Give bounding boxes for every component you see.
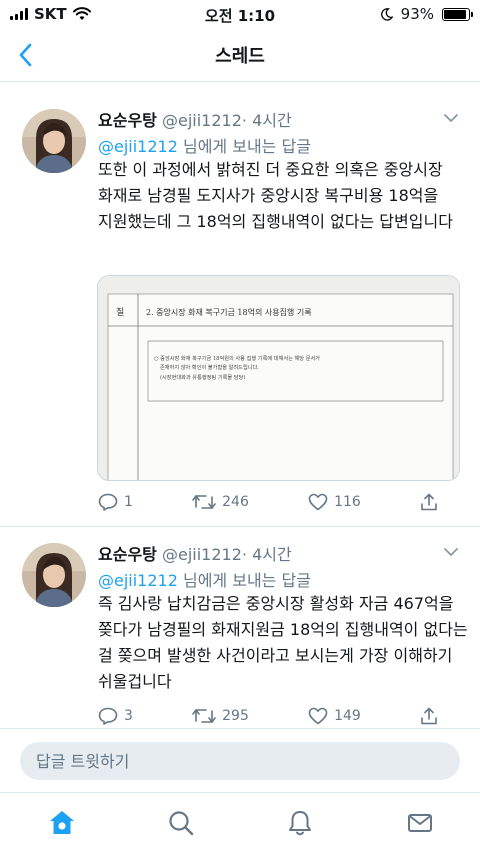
tab-bar (0, 792, 480, 854)
page-title: 스레드 (215, 46, 265, 67)
doc-header: 2. 중앙시장 화재 복구기금 18억의 사용집행 기록 (146, 307, 312, 317)
username[interactable]: @ejii1212 (162, 545, 242, 564)
reply-count: 1 (124, 494, 133, 510)
retweet-count: 246 (222, 494, 249, 510)
reply-context-suffix: 님에게 보내는 답글 (177, 571, 311, 590)
avatar[interactable] (22, 109, 86, 173)
reply-context: @ejii1212 님에게 보내는 답글 (98, 567, 311, 591)
mention-link[interactable]: @ejii1212 (98, 571, 178, 590)
tweet-actions: 1 246 116 (98, 493, 438, 511)
share-button[interactable] (420, 493, 438, 511)
doc-body-line1: ○ 중앙시장 화재 복구기금 18억원의 사용 집행 기록에 대해서는 해당 문… (154, 354, 320, 362)
chevron-down-icon (444, 113, 458, 122)
document-photo: 질 2. 중앙시장 화재 복구기금 18억의 사용집행 기록 ○ 중앙시장 화재… (98, 276, 459, 480)
tab-search[interactable] (165, 807, 197, 839)
heart-icon (308, 493, 328, 511)
heart-icon (308, 707, 328, 725)
share-icon (421, 493, 437, 511)
tweet-header: 요순우탕 @ejii1212· 4시간 (98, 107, 292, 131)
battery-icon (442, 7, 473, 21)
like-count: 149 (334, 708, 361, 724)
tweet-text: 또한 이 과정에서 밝혀진 더 중요한 의혹은 중앙시장 화재로 남경필 도지사… (98, 160, 453, 231)
like-count: 116 (334, 494, 361, 510)
home-icon (50, 811, 74, 834)
tweet[interactable]: 요순우탕 @ejii1212· 4시간 @ejii1212 님에게 보내는 답글… (0, 93, 480, 527)
reply-input[interactable] (20, 742, 460, 780)
retweet-button[interactable]: 295 (192, 707, 249, 725)
reply-icon (98, 493, 118, 511)
retweet-count: 295 (222, 708, 249, 724)
share-button[interactable] (420, 707, 438, 725)
like-button[interactable]: 116 (308, 493, 361, 511)
tweet-menu-button[interactable] (442, 543, 460, 561)
tweet-actions: 3 295 149 (98, 707, 438, 725)
reply-button[interactable]: 1 (98, 493, 133, 511)
retweet-icon (192, 709, 216, 723)
reply-count: 3 (124, 708, 133, 724)
timestamp: · 4시간 (241, 545, 292, 564)
timestamp: · 4시간 (241, 111, 292, 130)
reply-button[interactable]: 3 (98, 707, 133, 725)
username[interactable]: @ejii1212 (162, 111, 242, 130)
display-name[interactable]: 요순우탕 (98, 545, 157, 564)
reply-context-suffix: 님에게 보내는 답글 (177, 137, 311, 156)
bell-icon (289, 811, 311, 836)
display-name[interactable]: 요순우탕 (98, 111, 157, 130)
share-icon (421, 707, 437, 725)
like-button[interactable]: 149 (308, 707, 361, 725)
reply-icon (98, 707, 118, 725)
status-right: 93% (380, 5, 473, 23)
reply-composer-bar (0, 728, 480, 792)
retweet-button[interactable]: 246 (192, 493, 249, 511)
chevron-down-icon (444, 547, 458, 556)
tweet-text: 즉 김사랑 납치감금은 중앙시장 활성화 자금 467억을 쫒다가 남경필의 화… (98, 594, 468, 691)
tab-home[interactable] (46, 807, 78, 839)
battery-percent: 93% (400, 5, 434, 23)
mention-link[interactable]: @ejii1212 (98, 137, 178, 156)
reply-context: @ejii1212 님에게 보내는 답글 (98, 133, 311, 157)
search-icon (169, 811, 194, 836)
tweet-header: 요순우탕 @ejii1212· 4시간 (98, 541, 292, 565)
mail-icon (408, 814, 432, 832)
status-bar: SKT 오전 1:10 93% (0, 0, 480, 30)
moon-icon (380, 7, 393, 21)
retweet-icon (192, 495, 216, 509)
tweet-media-image[interactable]: 질 2. 중앙시장 화재 복구기금 18억의 사용집행 기록 ○ 중앙시장 화재… (97, 275, 460, 481)
avatar[interactable] (22, 543, 86, 607)
tweet[interactable]: 요순우탕 @ejii1212· 4시간 @ejii1212 님에게 보내는 답글… (0, 527, 480, 728)
tab-notifications[interactable] (284, 807, 316, 839)
tab-messages[interactable] (404, 807, 436, 839)
nav-bar: 스레드 (0, 30, 480, 82)
doc-body-line2: 존재하지 않아 확인이 불가함을 알려드립니다. (160, 363, 259, 371)
tweet-menu-button[interactable] (442, 109, 460, 127)
doc-body-line3: (시장현대화과 유통행정팀 기록물 담당) (160, 373, 245, 381)
doc-row-label: 질 (116, 306, 124, 318)
